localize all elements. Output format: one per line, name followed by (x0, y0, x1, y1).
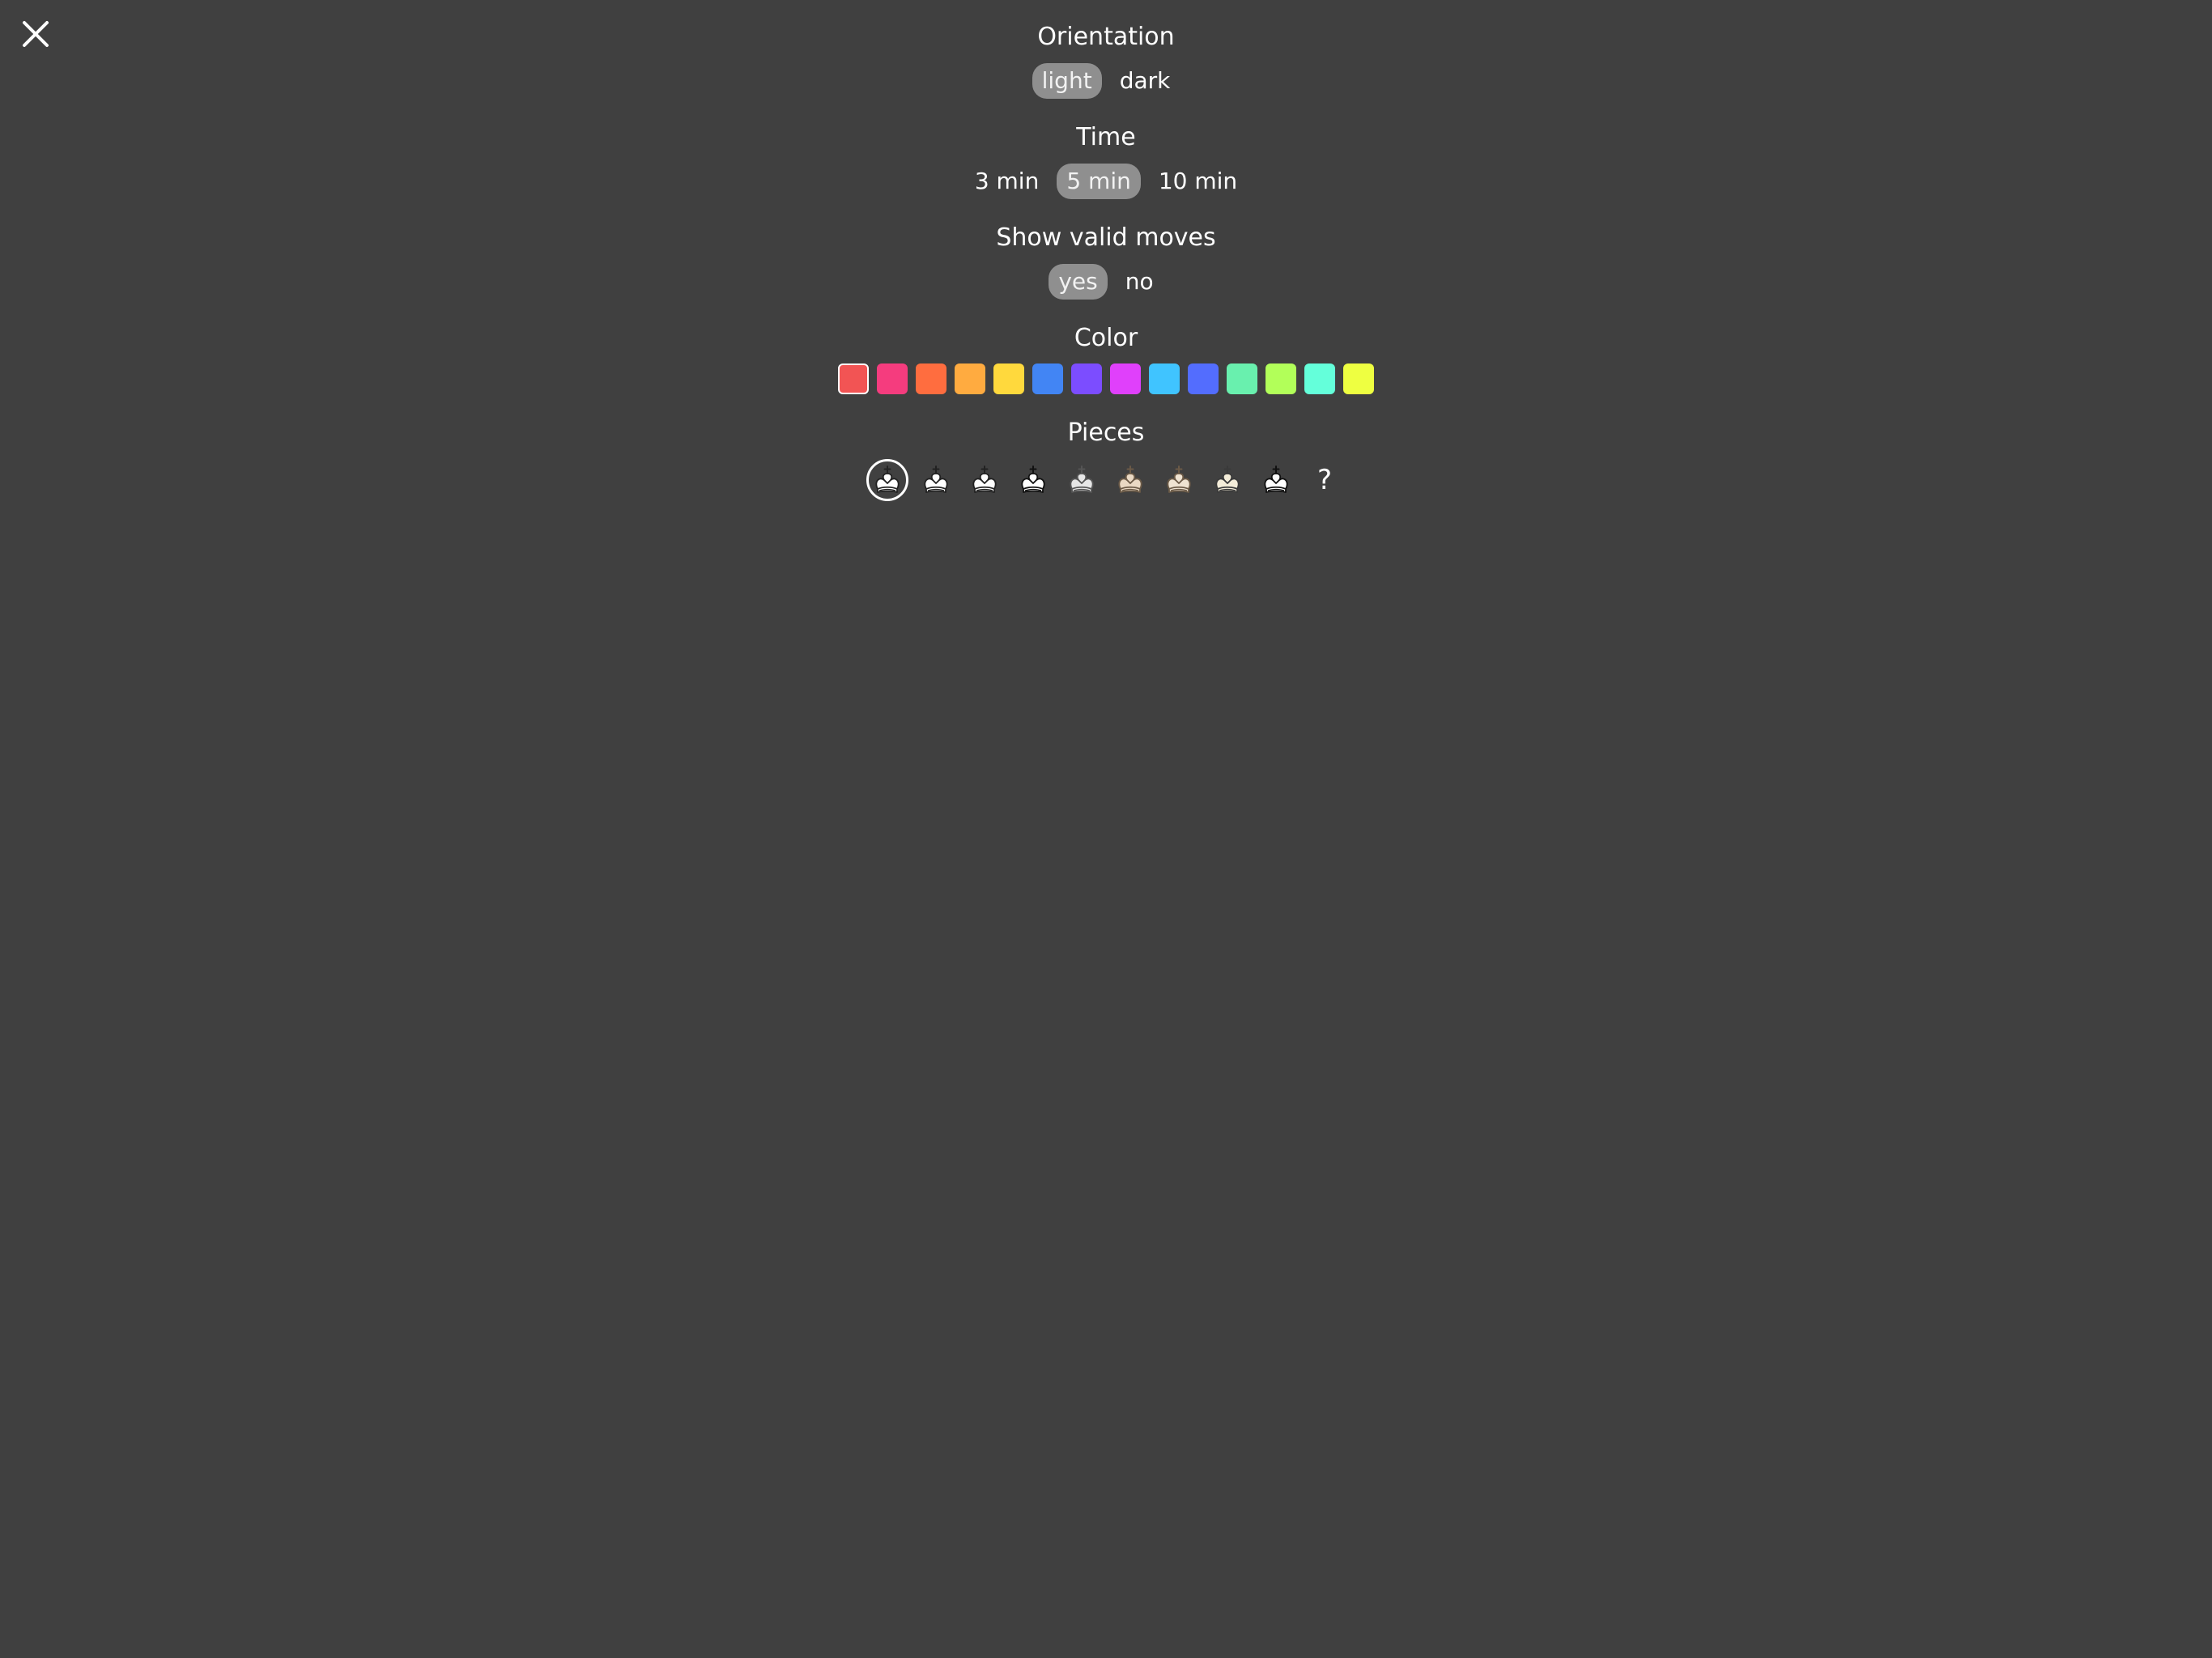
color-title: Color (1074, 324, 1138, 352)
pieces-title: Pieces (1067, 419, 1145, 447)
valid-moves-option-yes[interactable]: yes (1049, 264, 1108, 300)
color-swatch[interactable] (916, 363, 946, 394)
time-option-3-min[interactable]: 3 min (965, 164, 1049, 199)
color-swatch[interactable] (877, 363, 908, 394)
king-piece-icon (1215, 466, 1240, 493)
king-piece-icon (1118, 466, 1142, 493)
color-swatch[interactable] (1227, 363, 1257, 394)
king-piece-icon (1264, 466, 1288, 493)
color-swatch[interactable] (1071, 363, 1102, 394)
piece-set-option[interactable] (1012, 459, 1054, 501)
king-piece-icon (972, 466, 997, 493)
color-swatch[interactable] (1149, 363, 1180, 394)
piece-set-option[interactable] (1206, 459, 1249, 501)
piece-set-option[interactable] (866, 459, 908, 501)
color-swatch[interactable] (1304, 363, 1335, 394)
time-options: 3 min 5 min 10 min (0, 164, 2212, 199)
color-swatch[interactable] (1032, 363, 1063, 394)
color-swatch[interactable] (1266, 363, 1296, 394)
valid-moves-option-no[interactable]: no (1116, 264, 1163, 300)
time-option-5-min[interactable]: 5 min (1057, 164, 1141, 199)
king-piece-icon (1021, 466, 1045, 493)
random-piece-set-option[interactable]: ? (1304, 459, 1346, 501)
valid-moves-options: yes no (0, 264, 2212, 300)
color-swatches (0, 363, 2212, 394)
color-swatch[interactable] (955, 363, 985, 394)
color-swatch[interactable] (1343, 363, 1374, 394)
king-piece-icon (924, 466, 948, 493)
piece-set-option[interactable] (1255, 459, 1297, 501)
piece-set-option[interactable] (1158, 459, 1200, 501)
piece-set-option[interactable] (915, 459, 957, 501)
color-swatch[interactable] (1188, 363, 1219, 394)
piece-set-option[interactable] (1061, 459, 1103, 501)
king-piece-icon (1070, 466, 1094, 493)
piece-sets: ? (0, 459, 2212, 501)
color-swatch[interactable] (993, 363, 1024, 394)
orientation-option-light[interactable]: light (1032, 63, 1102, 99)
valid-moves-title: Show valid moves (996, 223, 1216, 252)
piece-set-option[interactable] (1109, 459, 1151, 501)
time-option-10-min[interactable]: 10 min (1149, 164, 1247, 199)
piece-set-option[interactable] (963, 459, 1006, 501)
color-swatch[interactable] (1110, 363, 1141, 394)
color-swatch[interactable] (838, 363, 869, 394)
time-title: Time (1076, 123, 1136, 151)
orientation-options: light dark (0, 63, 2212, 99)
king-piece-icon (875, 466, 900, 493)
king-piece-icon (1167, 466, 1191, 493)
orientation-option-dark[interactable]: dark (1110, 63, 1180, 99)
orientation-title: Orientation (1037, 23, 1175, 51)
